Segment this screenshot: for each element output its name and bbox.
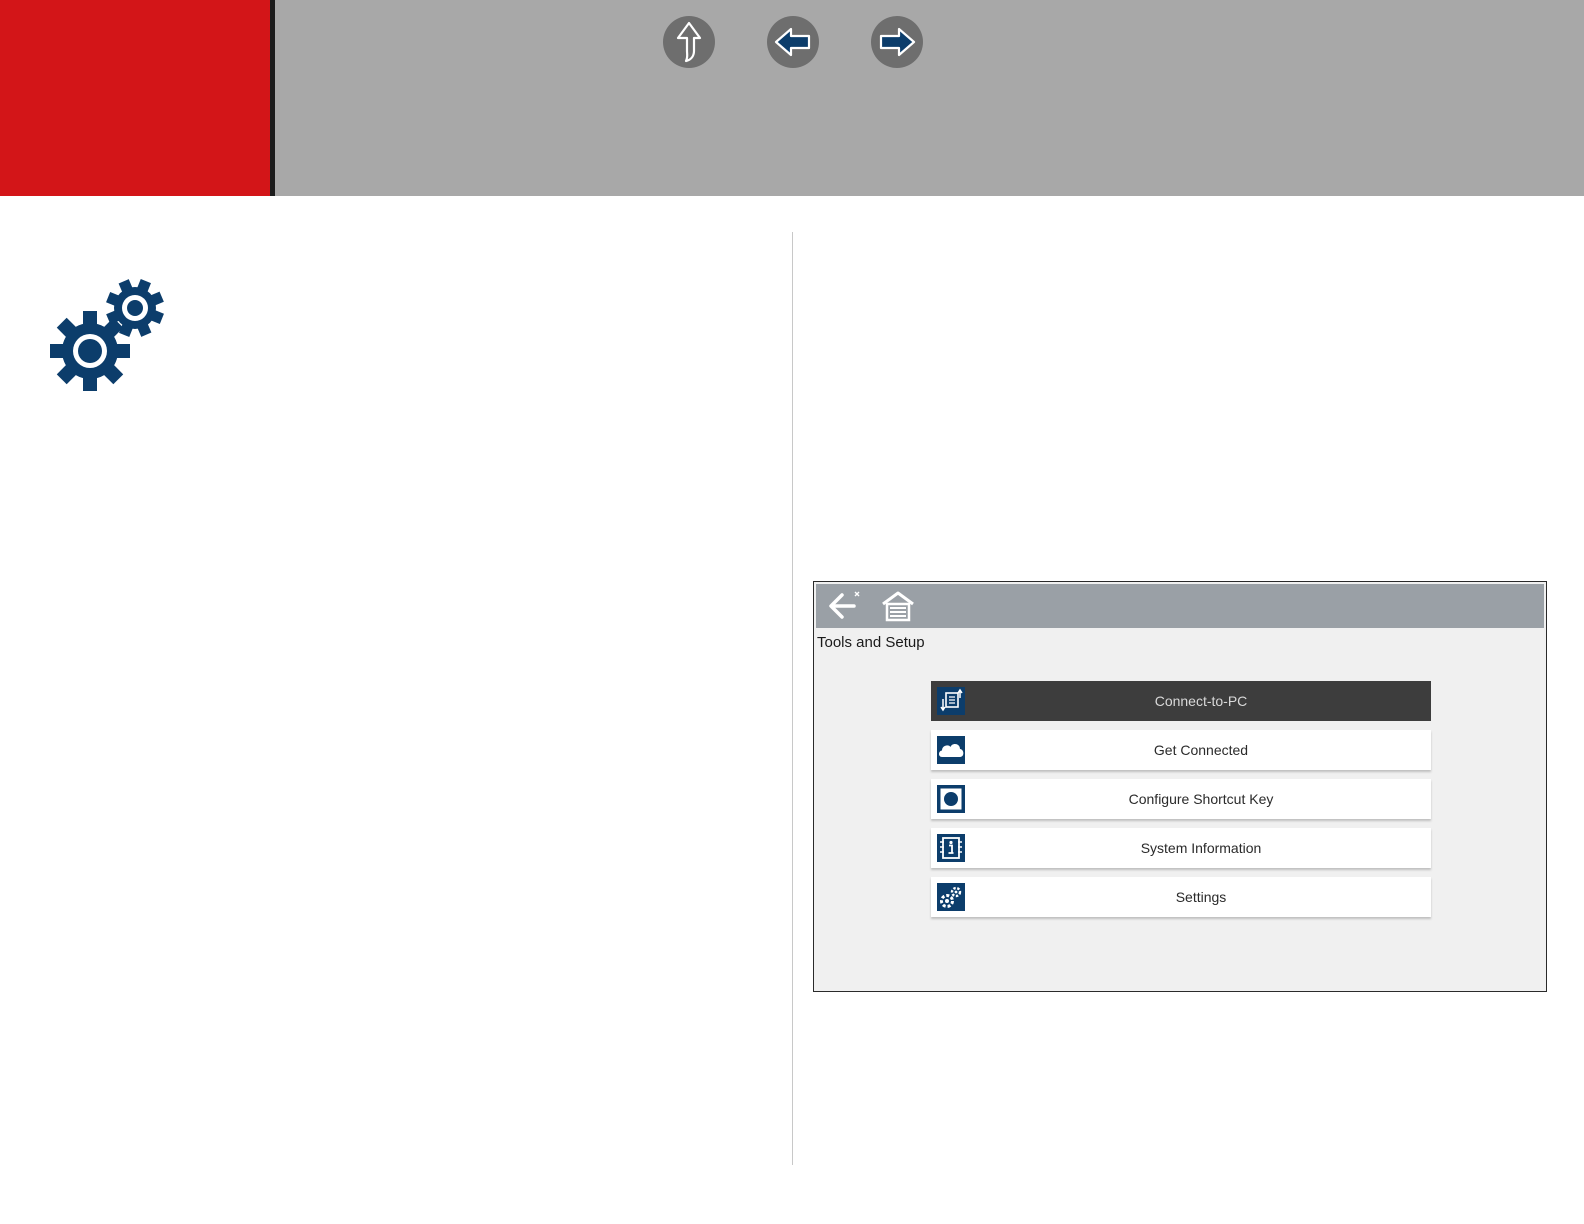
gears-icon [937,883,965,911]
menu-item-label: Settings [1175,889,1227,905]
nav-previous-button[interactable] [767,16,819,68]
left-arrow-icon [774,27,811,57]
tools-menu: Connect-to-PC Get Connected Configure Sh… [931,681,1431,926]
header-red-block [0,0,270,196]
nav-up-button[interactable] [663,16,715,68]
screen-title: Tools and Setup [817,634,925,651]
menu-item-label: System Information [1140,840,1262,856]
up-arrow-icon [676,21,702,63]
menu-item-get-connected[interactable]: Get Connected [931,730,1431,770]
nav-next-button[interactable] [871,16,923,68]
menu-item-label: Get Connected [1153,742,1249,758]
tools-setup-gears-icon [50,279,164,391]
header-band [275,0,1584,196]
info-icon [937,834,965,862]
right-arrow-icon [879,27,916,57]
menu-item-connect-to-pc[interactable]: Connect-to-PC [931,681,1431,721]
back-icon[interactable] [826,590,862,622]
screen-toolbar [816,584,1544,628]
tools-setup-screenshot: Tools and Setup Connect-to-PC Get Connec… [813,581,1547,992]
menu-item-label: Connect-to-PC [1154,693,1248,709]
cloud-icon [937,736,965,764]
menu-item-settings[interactable]: Settings [931,877,1431,917]
shortcut-key-icon [937,785,965,813]
menu-item-label: Configure Shortcut Key [1128,791,1274,807]
menu-item-system-information[interactable]: System Information [931,828,1431,868]
menu-item-configure-shortcut-key[interactable]: Configure Shortcut Key [931,779,1431,819]
column-divider [792,232,793,1165]
home-icon[interactable] [880,589,916,623]
connect-to-pc-icon [937,687,965,715]
